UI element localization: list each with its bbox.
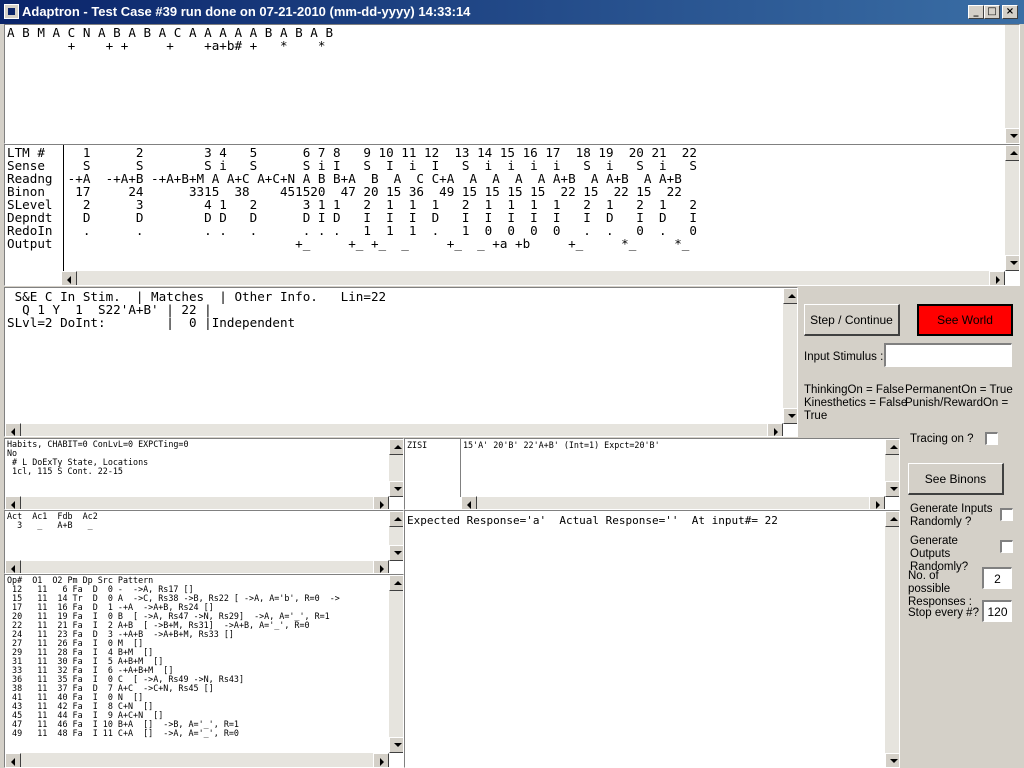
stimulus-vscrollbar[interactable] bbox=[1005, 25, 1019, 143]
act-panel[interactable]: Act Ac1 Fdb Ac2 3 _ A+B _ bbox=[4, 510, 404, 574]
stop-every-field[interactable] bbox=[982, 600, 1012, 622]
ltm-hscrollbar[interactable] bbox=[61, 271, 1005, 285]
se-vscrollbar[interactable] bbox=[783, 288, 797, 424]
minimize-icon[interactable]: _ bbox=[968, 5, 984, 19]
step-continue-button[interactable]: Step / Continue bbox=[804, 304, 900, 336]
act-text: Act Ac1 Fdb Ac2 3 _ A+B _ bbox=[7, 512, 98, 530]
tracing-label: Tracing on ? bbox=[910, 433, 974, 445]
scroll-right-icon[interactable] bbox=[373, 496, 389, 509]
scroll-up-icon[interactable] bbox=[389, 511, 403, 527]
habits-line-0: Habits, CHABIT=0 ConLvL=0 EXPCTing=0 bbox=[7, 439, 189, 449]
response-panel[interactable]: Expected Response='a' Actual Response=''… bbox=[404, 510, 900, 768]
scroll-up-icon[interactable] bbox=[885, 439, 899, 455]
gen-inputs-checkbox[interactable] bbox=[1000, 508, 1013, 521]
status-right-text: PermanentOn = True Punish/RewardOn = bbox=[905, 384, 1013, 409]
habits-panel[interactable]: Habits, CHABIT=0 ConLvL=0 EXPCTing=0 No … bbox=[4, 438, 404, 510]
act-hscrollbar[interactable] bbox=[5, 560, 389, 573]
ltm-table: LTM # 1 2 3 4 5 6 7 8 9 10 11 12 13 14 1… bbox=[7, 146, 697, 250]
gen-outputs-checkbox[interactable] bbox=[1000, 540, 1013, 553]
scroll-left-icon[interactable] bbox=[5, 753, 21, 767]
input-stimulus-label: Input Stimulus : bbox=[804, 351, 884, 363]
se-text: S&E C In Stim. | Matches | Other Info. L… bbox=[7, 290, 386, 329]
scroll-down-icon[interactable] bbox=[389, 481, 403, 497]
window-title: Adaptron - Test Case #39 run done on 07-… bbox=[22, 4, 471, 19]
gen-inputs-label: Generate Inputs Randomly ? bbox=[910, 503, 993, 528]
habits-text: Habits, CHABIT=0 ConLvL=0 EXPCTing=0 No … bbox=[7, 440, 189, 476]
se-hscrollbar[interactable] bbox=[5, 423, 783, 436]
see-world-button[interactable]: See World bbox=[917, 304, 1013, 336]
ltm-row-output: Output +_ +_ +_ _ +_ _ +a +b +_ *_ *_ bbox=[7, 236, 690, 251]
response-text: Expected Response='a' Actual Response=''… bbox=[407, 514, 778, 527]
scroll-left-icon[interactable] bbox=[461, 496, 477, 509]
scroll-left-icon[interactable] bbox=[5, 560, 21, 573]
scroll-right-icon[interactable] bbox=[989, 271, 1005, 285]
scroll-right-icon[interactable] bbox=[373, 753, 389, 767]
scroll-down-icon[interactable] bbox=[885, 481, 899, 497]
title-bar: Adaptron - Test Case #39 run done on 07-… bbox=[0, 0, 1024, 24]
num-responses-label: No. of possible Responses : bbox=[908, 570, 972, 608]
op-panel[interactable]: Op# O1 O2 Pm Dp Src Pattern 12 11 6 Fa D… bbox=[4, 574, 404, 768]
see-binons-button[interactable]: See Binons bbox=[908, 463, 1004, 495]
scroll-left-icon[interactable] bbox=[5, 496, 21, 509]
stop-every-label: Stop every #? bbox=[908, 607, 979, 619]
input-stimulus-field[interactable] bbox=[884, 343, 1012, 367]
act-row: 3 _ A+B _ bbox=[7, 520, 93, 530]
response-vscrollbar[interactable] bbox=[885, 511, 899, 767]
status-left-text: ThinkingOn = False Kinesthetics = False … bbox=[804, 384, 908, 422]
scroll-up-icon[interactable] bbox=[1005, 145, 1019, 161]
scroll-down-icon[interactable] bbox=[1005, 255, 1019, 271]
zisi-label: ZISI bbox=[407, 440, 428, 450]
zisi-vscrollbar[interactable] bbox=[885, 439, 899, 497]
scroll-up-icon[interactable] bbox=[783, 288, 797, 304]
stimulus-markers: + + + + +a+b# + * * bbox=[7, 38, 326, 53]
op-hscrollbar[interactable] bbox=[5, 753, 389, 767]
app-icon bbox=[4, 4, 19, 19]
act-vscrollbar[interactable] bbox=[389, 511, 403, 561]
se-line-2: SLvl=2 DoInt: | 0 |Independent bbox=[7, 315, 296, 330]
zisi-panel[interactable]: ZISI 15'A' 20'B' 22'A+B' (Int=1) Expct=2… bbox=[404, 438, 900, 510]
habits-hscrollbar[interactable] bbox=[5, 496, 389, 509]
scroll-up-icon[interactable] bbox=[885, 511, 899, 527]
scroll-up-icon[interactable] bbox=[389, 575, 403, 591]
habits-vscrollbar[interactable] bbox=[389, 439, 403, 497]
stimulus-history-panel[interactable]: A B M A C N A B A B A C A A A A A B A B … bbox=[4, 24, 1020, 144]
zisi-divider bbox=[460, 439, 461, 497]
tracing-checkbox[interactable] bbox=[985, 432, 998, 445]
scroll-down-icon[interactable] bbox=[783, 408, 797, 424]
ltm-divider bbox=[63, 145, 64, 271]
num-responses-field[interactable] bbox=[982, 567, 1012, 589]
zisi-hscrollbar[interactable] bbox=[461, 496, 885, 509]
ltm-panel[interactable]: LTM # 1 2 3 4 5 6 7 8 9 10 11 12 13 14 1… bbox=[4, 144, 1020, 286]
scroll-down-icon[interactable] bbox=[885, 753, 899, 767]
zisi-text: 15'A' 20'B' 22'A+B' (Int=1) Expct=20'B' bbox=[463, 440, 660, 450]
scroll-right-icon[interactable] bbox=[373, 560, 389, 573]
scroll-down-icon[interactable] bbox=[389, 737, 403, 753]
se-panel[interactable]: S&E C In Stim. | Matches | Other Info. L… bbox=[4, 287, 798, 437]
scroll-right-icon[interactable] bbox=[869, 496, 885, 509]
scroll-down-icon[interactable] bbox=[1005, 128, 1019, 143]
scroll-left-icon[interactable] bbox=[5, 423, 21, 436]
op-table: Op# O1 O2 Pm Dp Src Pattern 12 11 6 Fa D… bbox=[7, 576, 340, 738]
scroll-right-icon[interactable] bbox=[767, 423, 783, 436]
maximize-icon[interactable]: □ bbox=[984, 5, 1000, 19]
op-vscrollbar[interactable] bbox=[389, 575, 403, 753]
scroll-up-icon[interactable] bbox=[389, 439, 403, 455]
op-row: 49 11 48 Fa I 11 C+A [] ->A, A='_', R=0 bbox=[7, 728, 239, 738]
scroll-left-icon[interactable] bbox=[61, 271, 77, 285]
close-icon[interactable]: × bbox=[1002, 5, 1018, 19]
habits-line-3: 1cl, 115 S Cont. 22-15 bbox=[7, 466, 123, 476]
ltm-vscrollbar[interactable] bbox=[1005, 145, 1019, 271]
scroll-down-icon[interactable] bbox=[389, 545, 403, 561]
